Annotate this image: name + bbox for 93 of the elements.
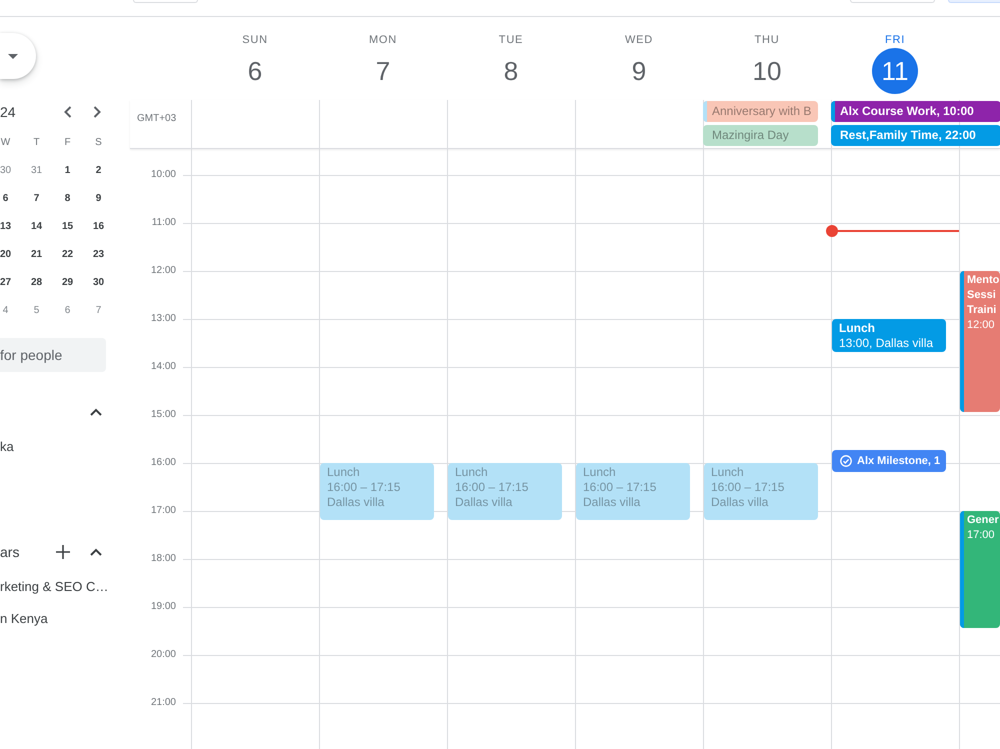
- calendar-day[interactable]: 2: [96, 164, 102, 178]
- chevron-left-icon: [64, 106, 72, 118]
- calendar-day[interactable]: 31: [30, 164, 42, 178]
- calendar-name[interactable]: rketing & SEO C…: [0, 578, 108, 596]
- calendar-day[interactable]: 8: [64, 192, 70, 206]
- hour-label: 14:00: [150, 360, 176, 374]
- date-number[interactable]: 8: [488, 48, 534, 94]
- calendar-day[interactable]: 23: [92, 248, 104, 262]
- calendar-day[interactable]: 16: [92, 220, 104, 234]
- event-title: Lunch: [711, 465, 744, 480]
- hour-label: 20:00: [150, 648, 176, 662]
- calendar-day[interactable]: 27: [0, 276, 12, 290]
- event-title: Sessi: [967, 288, 996, 303]
- calendar-day[interactable]: 29: [62, 276, 74, 290]
- calendar-name[interactable]: ka: [0, 438, 14, 456]
- weekday-letter: W: [0, 136, 10, 150]
- weekday-label: THU: [754, 33, 780, 48]
- event-details: Dallas villa: [583, 495, 640, 510]
- calendar-day[interactable]: 30: [92, 276, 104, 290]
- weekday-label: WED: [624, 33, 654, 48]
- calendar-day[interactable]: 5: [34, 304, 40, 318]
- event-title: Alx Course Work, 10:00: [839, 104, 974, 119]
- event-title: Mento: [967, 273, 1000, 288]
- chevron-right-icon: [93, 106, 101, 118]
- calendar-day[interactable]: 15: [62, 220, 74, 234]
- event-title: Mazingira Day: [711, 128, 789, 143]
- event-title: Rest,Family Time, 22:00: [839, 128, 976, 143]
- event-details: 16:00 – 17:15: [583, 480, 656, 495]
- hour-label: 15:00: [150, 408, 176, 422]
- hour-label: 16:00: [150, 456, 176, 470]
- event-title: Lunch: [455, 465, 488, 480]
- weekday-letter: S: [95, 136, 102, 150]
- hour-label: 21:00: [150, 696, 176, 710]
- plus-icon: [56, 545, 70, 559]
- weekday-letter: T: [33, 136, 40, 150]
- event-title: Lunch: [839, 321, 875, 336]
- calendar-day[interactable]: 20: [0, 248, 12, 262]
- event-title: Gener: [967, 513, 999, 528]
- hour-label: 13:00: [150, 312, 176, 326]
- calendar-day[interactable]: 28: [30, 276, 42, 290]
- calendar-day[interactable]: 1: [64, 164, 70, 178]
- date-number[interactable]: 11: [872, 48, 918, 94]
- event-details: Dallas villa: [711, 495, 768, 510]
- calendar-day[interactable]: 22: [62, 248, 74, 262]
- month-title: 24: [0, 103, 16, 122]
- event-title: Anniversary with B: [711, 104, 812, 119]
- calendar-day[interactable]: 6: [2, 192, 8, 206]
- calendar-name[interactable]: n Kenya: [0, 610, 48, 628]
- event-details: 17:00: [967, 528, 995, 543]
- calendar-day[interactable]: 13: [0, 220, 12, 234]
- event-card[interactable]: Lunch 13:00, Dallas villa: [832, 319, 946, 352]
- check-circle-icon: [840, 455, 852, 467]
- calendar-day[interactable]: 7: [34, 192, 40, 206]
- hour-label: 11:00: [152, 216, 176, 230]
- event-details: Dallas villa: [455, 495, 512, 510]
- event-details: 12:00: [967, 318, 995, 333]
- timezone-label: GMT+03: [137, 113, 176, 124]
- hour-label: 12:00: [150, 264, 176, 278]
- hour-label: 19:00: [150, 600, 176, 614]
- event-details: Dallas villa: [327, 495, 384, 510]
- search-field[interactable]: for people: [0, 338, 106, 372]
- calendar-day[interactable]: 14: [30, 220, 42, 234]
- weekday-label: SUN: [242, 33, 268, 48]
- weekday-label: FRI: [884, 33, 906, 48]
- calendar-day[interactable]: 9: [96, 192, 102, 206]
- event-details: 16:00 – 17:15: [455, 480, 528, 495]
- calendar-day[interactable]: 6: [64, 304, 70, 318]
- weekday-label: TUE: [498, 33, 524, 48]
- event-details: 16:00 – 17:15: [711, 480, 784, 495]
- date-number[interactable]: 10: [744, 48, 790, 94]
- date-number[interactable]: 7: [360, 48, 406, 94]
- date-number[interactable]: 6: [232, 48, 278, 94]
- task-chip[interactable]: Alx Milestone, 1: [832, 450, 946, 472]
- calendar-day[interactable]: 4: [2, 304, 8, 318]
- calendar-day[interactable]: 30: [0, 164, 12, 178]
- event-chip[interactable]: Rest,Family Time, 22:00: [831, 125, 1000, 146]
- event-title: Alx Milestone, 1: [857, 454, 940, 468]
- calendar-day[interactable]: 7: [96, 304, 102, 318]
- hour-label: 18:00: [150, 552, 176, 566]
- event-title: Traini: [967, 303, 996, 318]
- weekday-letter: F: [64, 136, 71, 150]
- date-number[interactable]: 9: [616, 48, 662, 94]
- event-chip[interactable]: Alx Course Work, 10:00: [831, 101, 1000, 122]
- hour-label: 10:00: [150, 168, 176, 182]
- event-details: 13:00, Dallas villa: [839, 336, 934, 351]
- event-title: Lunch: [583, 465, 616, 480]
- calendar-day[interactable]: 21: [30, 248, 42, 262]
- caret-icon: [8, 54, 18, 58]
- event-details: 16:00 – 17:15: [327, 480, 400, 495]
- section-title: ars: [0, 543, 20, 562]
- weekday-label: MON: [368, 33, 398, 48]
- hour-label: 17:00: [150, 504, 176, 518]
- event-title: Lunch: [327, 465, 360, 480]
